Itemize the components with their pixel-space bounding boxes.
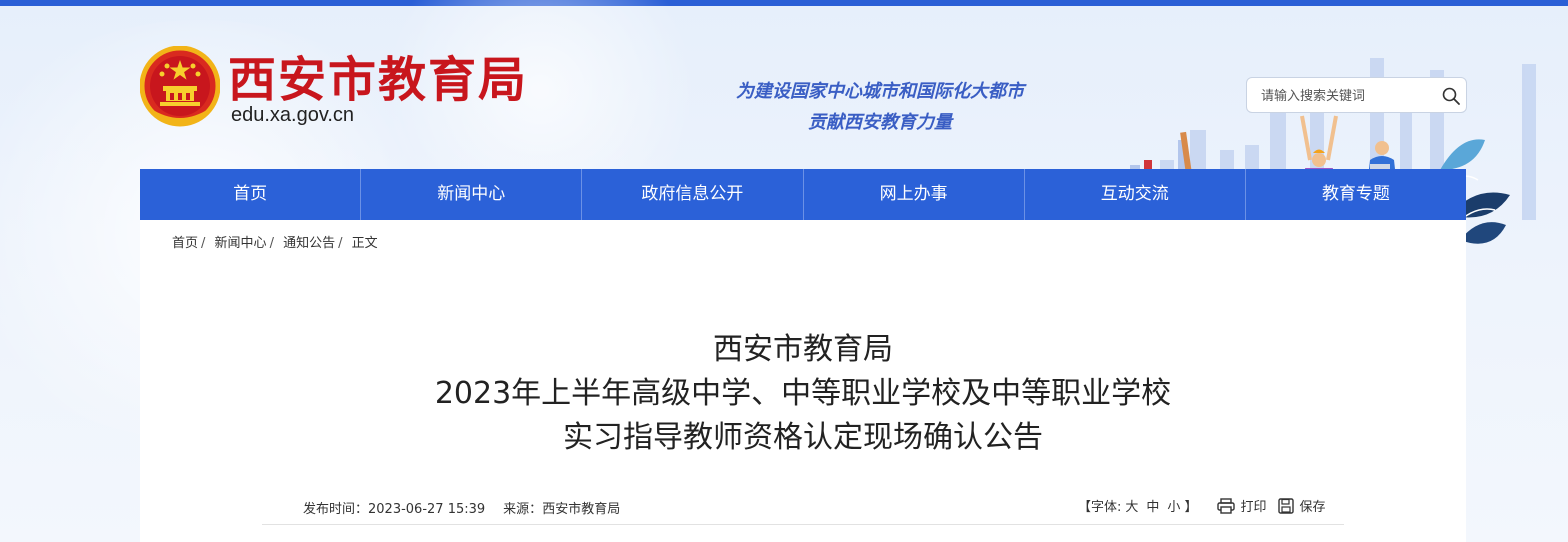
publish-time-label: 发布时间： bbox=[303, 502, 369, 517]
search-box bbox=[1246, 77, 1467, 113]
source-label: 来源： bbox=[503, 502, 543, 517]
article-title-line-2: 2023年上半年高级中学、中等职业学校及中等职业学校 bbox=[434, 376, 1172, 411]
breadcrumb-home[interactable]: 首页 bbox=[172, 236, 198, 251]
font-size-medium[interactable]: 中 bbox=[1146, 496, 1159, 515]
nav-item-interaction[interactable]: 互动交流 bbox=[1025, 169, 1246, 220]
article-title: 西安市教育局 2023年上半年高级中学、中等职业学校及中等职业学校 实习指导教师… bbox=[300, 328, 1306, 460]
nav-item-gov-info[interactable]: 政府信息公开 bbox=[582, 169, 804, 220]
slogan-line-1: 为建设国家中心城市和国际化大都市 bbox=[736, 81, 1024, 102]
font-size-label: 【字体: bbox=[1078, 500, 1122, 515]
nav-item-education-topics[interactable]: 教育专题 bbox=[1246, 169, 1466, 220]
breadcrumb-current: 正文 bbox=[351, 236, 378, 251]
floppy-disk-icon bbox=[1278, 497, 1295, 514]
article-tools: 【字体: 大 中 小 】 打印 保存 bbox=[1078, 496, 1325, 515]
printer-icon bbox=[1217, 497, 1236, 514]
source: 西安市教育局 bbox=[542, 502, 621, 517]
breadcrumb-separator: / bbox=[338, 236, 343, 251]
article-meta: 发布时间：2023-06-27 15:39 来源：西安市教育局 bbox=[303, 498, 620, 517]
nav-item-home[interactable]: 首页 bbox=[140, 169, 362, 220]
search-input[interactable] bbox=[1261, 86, 1431, 106]
slogan-line-2: 贡献西安教育力量 bbox=[808, 112, 952, 133]
breadcrumb-notices[interactable]: 通知公告 bbox=[283, 236, 335, 251]
slogan: 为建设国家中心城市和国际化大都市 贡献西安教育力量 bbox=[690, 76, 1070, 138]
breadcrumb-news[interactable]: 新闻中心 bbox=[215, 236, 267, 251]
main-nav: 首页 新闻中心 政府信息公开 网上办事 互动交流 教育专题 bbox=[140, 169, 1466, 220]
top-accent-bar bbox=[0, 0, 1568, 6]
publish-time: 2023-06-27 15:39 bbox=[368, 502, 486, 517]
font-size-small[interactable]: 小 bbox=[1167, 496, 1180, 515]
nav-item-online-services[interactable]: 网上办事 bbox=[804, 169, 1025, 220]
save-label: 保存 bbox=[1299, 500, 1326, 515]
print-button[interactable]: 打印 bbox=[1217, 496, 1266, 515]
font-size-large[interactable]: 大 bbox=[1125, 496, 1138, 515]
breadcrumb-separator: / bbox=[201, 236, 206, 251]
search-icon[interactable] bbox=[1441, 86, 1461, 106]
site-domain: edu.xa.gov.cn bbox=[231, 104, 355, 126]
site-name: 西安市教育局 bbox=[228, 52, 529, 108]
nav-item-news[interactable]: 新闻中心 bbox=[361, 169, 583, 220]
breadcrumb-separator: / bbox=[269, 236, 274, 251]
breadcrumb: 首页 / 新闻中心 / 通知公告 / 正文 bbox=[172, 232, 378, 251]
national-emblem-icon bbox=[140, 46, 220, 127]
article-title-line-1: 西安市教育局 bbox=[713, 332, 893, 367]
save-button[interactable]: 保存 bbox=[1278, 496, 1325, 515]
meta-divider bbox=[262, 524, 1344, 525]
font-size-bracket: 】 bbox=[1184, 500, 1198, 515]
print-label: 打印 bbox=[1240, 500, 1267, 515]
article-title-line-3: 实习指导教师资格认定现场确认公告 bbox=[563, 420, 1043, 455]
